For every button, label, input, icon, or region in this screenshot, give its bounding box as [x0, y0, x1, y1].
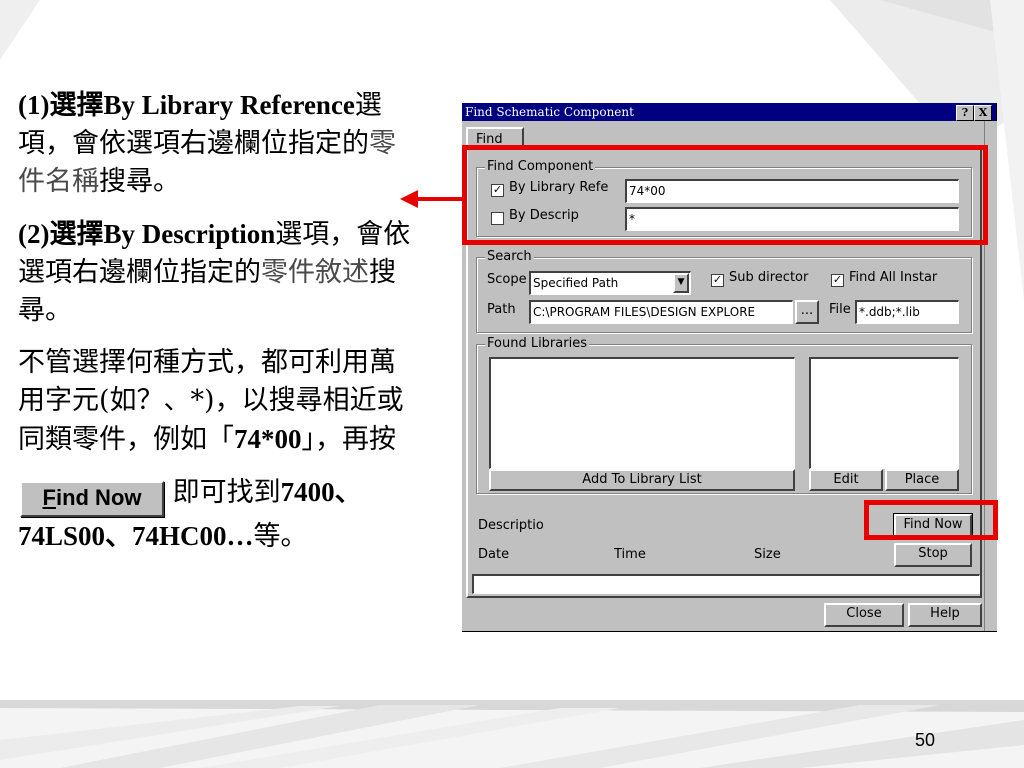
add-button-label: Add To Library List — [582, 472, 702, 487]
status-bar — [472, 574, 980, 594]
file-mask-input[interactable]: *.ddb;*.lib — [855, 300, 959, 324]
description-label: Descriptio — [478, 518, 544, 533]
p1-seg: By Library Reference — [103, 90, 355, 120]
p3-seg: 74*00 — [234, 424, 302, 454]
sub-directories-checkbox[interactable]: ✓ — [711, 274, 724, 287]
help-icon[interactable]: ? — [956, 105, 974, 121]
find-now-image-accel: F — [42, 485, 56, 510]
p3-seg: 如？、* — [109, 385, 205, 416]
edit-button[interactable]: Edit — [809, 469, 883, 491]
p1-seg: (1)選擇 — [18, 90, 104, 120]
page-number: 50 — [915, 730, 936, 750]
scope-label: Scope — [487, 272, 527, 287]
explanation-text: (1)選擇By Library Reference選項，會依選項右邊欄位指定的零… — [18, 86, 413, 570]
find-now-button-image: Find Now — [20, 481, 164, 517]
paragraph-1: (1)選擇By Library Reference選項，會依選項右邊欄位指定的零… — [18, 86, 413, 201]
browse-button[interactable]: ... — [795, 300, 819, 324]
date-label: Date — [478, 547, 510, 562]
scope-select[interactable]: Specified Path — [529, 271, 691, 295]
p2-highlight: 零件敘述 — [261, 257, 369, 288]
p3-seg: 」，再按 — [301, 424, 397, 455]
close-button[interactable]: Close — [824, 603, 904, 627]
scope-value: Specified Path — [533, 276, 619, 290]
find-all-label: Find All Instar — [849, 270, 938, 285]
p2-seg: By Description — [103, 219, 276, 249]
stop-button[interactable]: Stop — [894, 543, 972, 567]
find-all-checkbox[interactable]: ✓ — [831, 274, 844, 287]
red-arrow-icon — [400, 190, 466, 208]
find-now-image-label: ind Now — [55, 485, 142, 510]
find-now-highlight-box — [864, 500, 998, 540]
sub-directories-label: Sub director — [729, 270, 809, 285]
place-button[interactable]: Place — [885, 469, 959, 491]
p4-seg: 即可找到 — [172, 477, 281, 508]
paragraph-2: (2)選擇By Description選項，會依選項右邊欄位指定的零件敘述搜尋。 — [18, 215, 413, 330]
paragraph-3: 不管選擇何種方式，都可利用萬用字元(如？、*)，以搜尋相近或同類零件，例如「74… — [18, 344, 413, 459]
path-input[interactable]: C:\PROGRAM FILES\DESIGN EXPLORE — [529, 300, 793, 324]
time-label: Time — [614, 547, 646, 562]
check-icon: ✓ — [712, 273, 723, 286]
file-label: File — [829, 302, 851, 317]
dialog-title: Find Schematic Component — [465, 105, 634, 119]
size-label: Size — [754, 547, 781, 562]
libraries-list[interactable] — [489, 357, 795, 469]
found-libraries-group: Found Libraries Add To Library List Edit… — [476, 335, 972, 494]
p4-seg: 等。 — [253, 521, 308, 552]
p2-seg: (2)選擇 — [18, 219, 104, 249]
search-legend: Search — [485, 248, 534, 266]
add-to-library-list-button[interactable]: Add To Library List — [489, 469, 795, 491]
search-group: Search Scope Specified Path ▼ ✓ Sub dire… — [476, 248, 972, 333]
chevron-down-icon[interactable]: ▼ — [673, 273, 689, 293]
help-button[interactable]: Help — [908, 603, 982, 627]
find-component-highlight-box — [462, 145, 988, 245]
close-icon[interactable]: X — [974, 105, 992, 121]
found-libraries-legend: Found Libraries — [485, 335, 589, 353]
path-label: Path — [487, 302, 516, 317]
check-icon: ✓ — [832, 273, 843, 286]
paragraph-4: Find Now 即可找到7400、74LS00、74HC00…等。 — [18, 473, 413, 556]
p1-seg: 搜尋。 — [99, 166, 180, 197]
dialog-titlebar: Find Schematic Component ? X — [462, 103, 996, 121]
components-list[interactable] — [809, 357, 959, 469]
